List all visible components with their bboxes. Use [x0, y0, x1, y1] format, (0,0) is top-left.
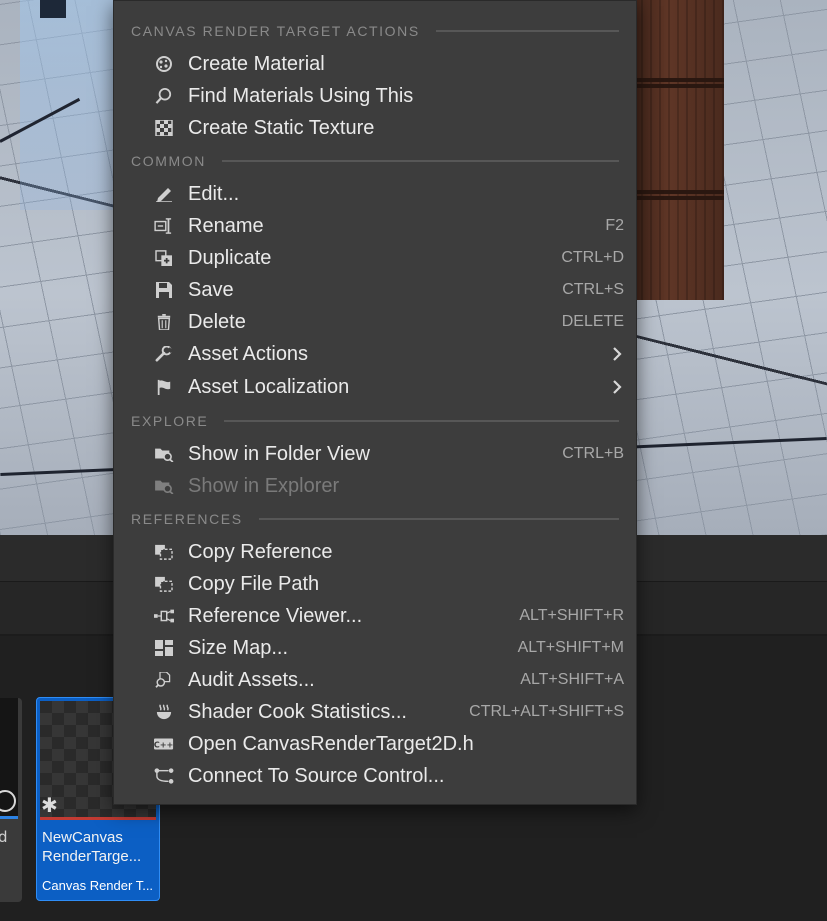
- menu-item-label: Show in Folder View: [188, 442, 370, 465]
- menu-item-label: Asset Actions: [188, 342, 309, 365]
- rename-icon: [154, 218, 172, 234]
- duplicate-icon: [155, 250, 172, 266]
- section-label: REFERENCES: [131, 511, 243, 527]
- menu-item-shortcut: ALT+SHIFT+R: [519, 607, 624, 624]
- asset-name: d: [0, 828, 8, 846]
- menu-item-label: Connect To Source Control...: [188, 764, 445, 787]
- menu-item-audit-assets[interactable]: Audit Assets... ALT+SHIFT+A: [114, 664, 636, 696]
- section-divider: [221, 160, 619, 162]
- menu-item-label: Delete: [188, 310, 246, 333]
- menu-item-label: Save: [188, 278, 234, 301]
- menu-item-asset-actions[interactable]: Asset Actions: [114, 338, 636, 370]
- menu-item-label: Show in Explorer: [188, 474, 340, 497]
- section-header-canvas-actions: CANVAS RENDER TARGET ACTIONS: [131, 21, 619, 41]
- save-icon: [156, 282, 172, 298]
- menu-item-shortcut: ALT+SHIFT+A: [520, 671, 624, 688]
- menu-item-shader-cook-statistics[interactable]: Shader Cook Statistics... CTRL+ALT+SHIFT…: [114, 696, 636, 728]
- menu-item-edit[interactable]: Edit...: [114, 178, 636, 210]
- menu-item-shortcut: F2: [605, 217, 624, 234]
- menu-item-label: Size Map...: [188, 636, 289, 659]
- menu-item-copy-file-path[interactable]: Copy File Path: [114, 568, 636, 600]
- cpp-file-icon: C++: [154, 738, 173, 750]
- menu-item-label: Shader Cook Statistics...: [188, 700, 407, 723]
- checker-texture-icon: [155, 120, 173, 136]
- menu-item-label: Audit Assets...: [188, 668, 315, 691]
- section-label: COMMON: [131, 153, 206, 169]
- menu-item-shortcut: CTRL+B: [562, 445, 624, 462]
- menu-item-open-header-file[interactable]: C++ Open CanvasRenderTarget2D.h: [114, 728, 636, 760]
- size-map-icon: [155, 640, 173, 656]
- menu-item-delete[interactable]: Delete DELETE: [114, 306, 636, 338]
- trash-icon: [157, 314, 171, 330]
- menu-item-label: Asset Localization: [188, 375, 350, 398]
- section-header-common: COMMON: [131, 151, 619, 171]
- flag-icon: [157, 379, 171, 395]
- menu-item-rename[interactable]: Rename F2: [114, 210, 636, 242]
- section-divider: [435, 30, 619, 32]
- menu-item-label: Copy Reference: [188, 540, 333, 563]
- menu-item-size-map[interactable]: Size Map... ALT+SHIFT+M: [114, 632, 636, 664]
- menu-item-shortcut: CTRL+D: [561, 249, 624, 266]
- menu-item-label: Copy File Path: [188, 572, 320, 595]
- menu-item-asset-localization[interactable]: Asset Localization: [114, 371, 636, 403]
- section-label: CANVAS RENDER TARGET ACTIONS: [131, 23, 420, 39]
- menu-item-copy-reference[interactable]: Copy Reference: [114, 536, 636, 568]
- menu-item-label: Duplicate: [188, 246, 272, 269]
- menu-item-connect-source-control[interactable]: Connect To Source Control...: [114, 760, 636, 792]
- menu-item-reference-viewer[interactable]: Reference Viewer... ALT+SHIFT+R: [114, 600, 636, 632]
- menu-item-find-materials[interactable]: Find Materials Using This: [114, 80, 636, 112]
- menu-item-shortcut: DELETE: [561, 313, 624, 330]
- menu-item-save[interactable]: Save CTRL+S: [114, 274, 636, 306]
- menu-item-create-material[interactable]: Create Material: [114, 48, 636, 80]
- svg-text:C++: C++: [154, 740, 173, 750]
- reference-graph-icon: [154, 609, 174, 623]
- source-control-icon: [154, 768, 174, 784]
- folder-search-icon: [155, 448, 174, 462]
- wooden-door: [630, 0, 724, 300]
- copy-icon: [155, 544, 173, 560]
- menu-item-label: Reference Viewer...: [188, 604, 363, 627]
- asset-name: NewCanvas RenderTarge...: [42, 829, 142, 865]
- section-header-references: REFERENCES: [131, 509, 619, 529]
- menu-item-label: Open CanvasRenderTarget2D.h: [188, 732, 474, 755]
- material-sphere-icon: [156, 56, 172, 72]
- menu-item-label: Create Material: [188, 52, 325, 75]
- menu-item-create-static-texture[interactable]: Create Static Texture: [114, 112, 636, 144]
- menu-item-show-in-folder-view[interactable]: Show in Folder View CTRL+B: [114, 438, 636, 470]
- asset-color-bar: [40, 817, 156, 820]
- pencil-icon: [156, 188, 172, 202]
- menu-item-duplicate[interactable]: Duplicate CTRL+D: [114, 242, 636, 274]
- asset-type-label: Canvas Render T...: [42, 878, 154, 893]
- menu-item-show-in-explorer[interactable]: Show in Explorer: [114, 470, 636, 502]
- chevron-right-icon: [613, 380, 622, 394]
- wrench-icon: [155, 346, 173, 362]
- menu-item-shortcut: CTRL+S: [562, 281, 624, 298]
- menu-item-label: Find Materials Using This: [188, 84, 414, 107]
- section-divider: [258, 518, 619, 520]
- asset-color-bar: [0, 816, 18, 819]
- chevron-right-icon: [613, 347, 622, 361]
- section-header-explore: EXPLORE: [131, 411, 619, 431]
- folder-search-icon: [155, 480, 174, 494]
- menu-item-label: Create Static Texture: [188, 116, 375, 139]
- scene-object: [40, 0, 66, 18]
- asset-tile-partial[interactable]: d: [0, 698, 22, 902]
- new-asset-star-icon: ✱: [41, 793, 58, 817]
- menu-item-label: Edit...: [188, 182, 240, 205]
- menu-item-label: Rename: [188, 214, 264, 237]
- section-divider: [224, 420, 619, 422]
- magnifier-icon: [155, 88, 172, 104]
- copy-icon: [155, 576, 173, 592]
- menu-item-shortcut: ALT+SHIFT+M: [517, 639, 624, 656]
- steam-icon: [156, 704, 172, 720]
- menu-item-shortcut: CTRL+ALT+SHIFT+S: [469, 703, 624, 720]
- section-label: EXPLORE: [131, 413, 209, 429]
- asset-context-menu: CANVAS RENDER TARGET ACTIONS Create Mate…: [113, 0, 637, 805]
- audit-icon: [155, 672, 171, 688]
